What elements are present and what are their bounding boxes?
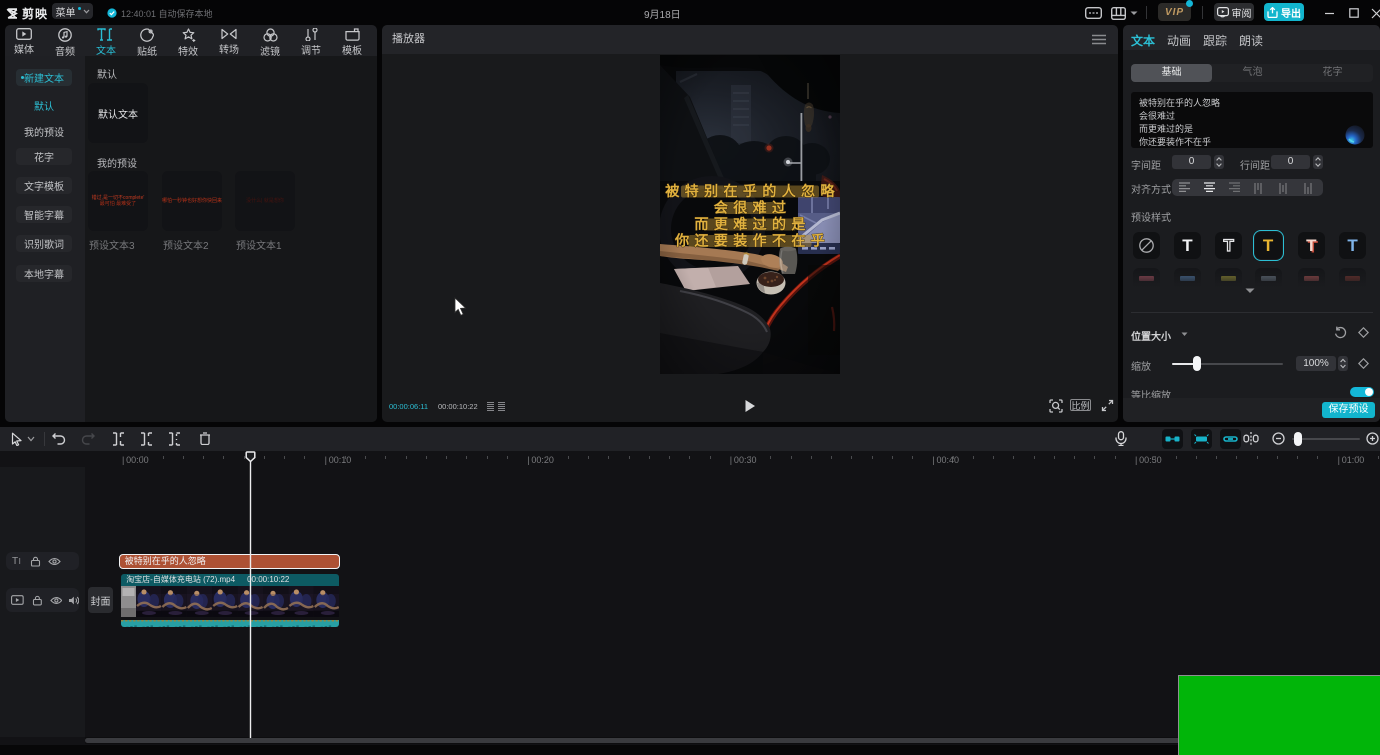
svg-text:最可怕 最难受了: 最可怕 最难受了 [100, 200, 136, 207]
svg-text:被特别在乎的人忽略: 被特别在乎的人忽略 [665, 183, 840, 200]
svg-text:没什么| 就是想你: 没什么| 就是想你 [246, 197, 284, 204]
svg-text:你还要装作不在乎: 你还要装作不在乎 [674, 233, 830, 250]
svg-text:哪怕一秒钟也好想你快回来: 哪怕一秒钟也好想你快回来 [162, 197, 222, 204]
svg-text:错过,是一切不complete': 错过,是一切不complete' [92, 194, 145, 201]
svg-text:会很难过: 会很难过 [714, 200, 792, 217]
svg-text:而更难过的是: 而更难过的是 [694, 216, 810, 233]
